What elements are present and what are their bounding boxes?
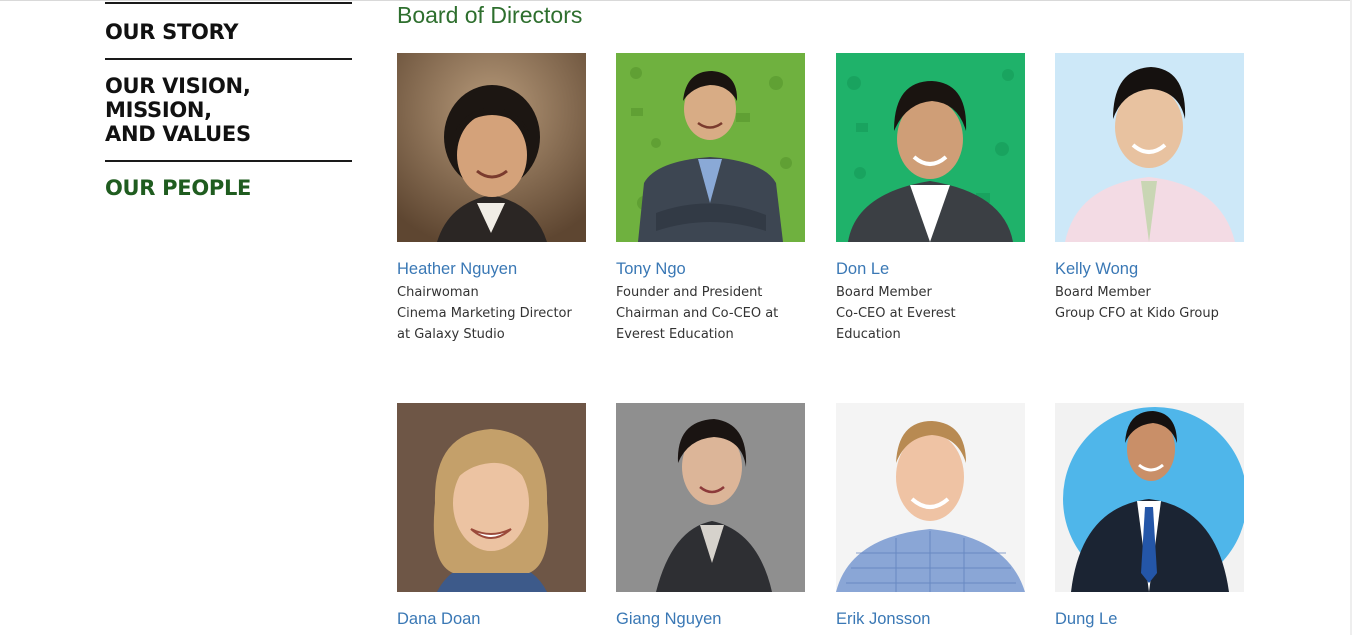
portrait-image <box>836 403 1025 592</box>
director-info-line: Group CFO at Kido Group <box>1055 306 1219 321</box>
director-info-line: Board Member <box>836 285 932 300</box>
director-info: Chairwoman Cinema Marketing Director at … <box>397 282 587 345</box>
director-photo[interactable] <box>1055 403 1244 592</box>
portrait-image <box>616 53 805 242</box>
nav-item-vision-mission-values[interactable]: OUR VISION, MISSION, AND VALUES <box>105 60 352 160</box>
director-info: Founder and President Chairman and Co-CE… <box>616 282 806 345</box>
director-photo[interactable] <box>616 403 805 592</box>
director-name[interactable]: Giang Nguyen <box>616 609 722 629</box>
director-info-line: Co-CEO at Everest <box>836 306 956 321</box>
nav-item-line: AND VALUES <box>105 122 251 146</box>
director-info-line: Everest Education <box>616 327 734 342</box>
director-photo[interactable] <box>836 403 1025 592</box>
nav-item-line: OUR VISION, MISSION, <box>105 74 251 122</box>
director-name[interactable]: Tony Ngo <box>616 259 686 279</box>
director-name[interactable]: Dung Le <box>1055 609 1117 629</box>
director-info-line: Chairwoman <box>397 285 479 300</box>
portrait-image <box>836 53 1025 242</box>
director-info-line: Education <box>836 327 901 342</box>
director-name[interactable]: Dana Doan <box>397 609 480 629</box>
director-photo[interactable] <box>836 53 1025 242</box>
director-info: Board Member Co-CEO at Everest Education <box>836 282 1026 345</box>
director-photo[interactable] <box>1055 53 1244 242</box>
director-photo[interactable] <box>397 403 586 592</box>
director-name[interactable]: Kelly Wong <box>1055 259 1138 279</box>
director-photo[interactable] <box>616 53 805 242</box>
director-photo[interactable] <box>397 53 586 242</box>
director-info-line: at Galaxy Studio <box>397 327 505 342</box>
top-border <box>0 0 1352 1</box>
director-info: Board Member Group CFO at Kido Group <box>1055 282 1245 324</box>
portrait-image <box>616 403 805 592</box>
section-title: Board of Directors <box>397 2 583 28</box>
director-name[interactable]: Erik Jonsson <box>836 609 930 629</box>
director-name[interactable]: Don Le <box>836 259 889 279</box>
director-name[interactable]: Heather Nguyen <box>397 259 517 279</box>
portrait-image <box>397 53 586 242</box>
portrait-image <box>1055 53 1244 242</box>
about-sidebar-nav: OUR STORY OUR VISION, MISSION, AND VALUE… <box>105 2 352 214</box>
portrait-image <box>397 403 586 592</box>
director-info-line: Founder and President <box>616 285 763 300</box>
director-info-line: Cinema Marketing Director <box>397 306 572 321</box>
nav-item-our-story[interactable]: OUR STORY <box>105 4 352 58</box>
director-info-line: Chairman and Co-CEO at <box>616 306 779 321</box>
nav-item-our-people[interactable]: OUR PEOPLE <box>105 162 352 214</box>
portrait-image <box>1055 403 1244 592</box>
director-info-line: Board Member <box>1055 285 1151 300</box>
